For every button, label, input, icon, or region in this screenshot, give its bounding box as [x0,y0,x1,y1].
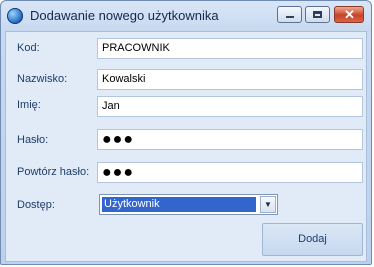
dostep-label: Dostęp: [17,199,55,211]
dostep-select[interactable]: Użytkownik ▼ [99,194,278,215]
dostep-selected-value: Użytkownik [102,197,256,212]
repeat-password-label: Powtórz hasło: [17,166,90,178]
maximize-icon [313,11,322,18]
chevron-down-icon[interactable]: ▼ [260,196,276,213]
form-panel: Kod: PRACOWNIK Nazwisko: Kowalski Imię: … [5,31,367,262]
dialog-window: Dodawanie nowego użytkownika ✕ Kod: PRAC… [0,0,372,265]
nazwisko-field[interactable]: Kowalski [97,69,363,90]
title-bar[interactable]: Dodawanie nowego użytkownika ✕ [1,1,371,31]
close-button[interactable]: ✕ [334,6,364,23]
window-title: Dodawanie nowego użytkownika [30,8,219,23]
minimize-button[interactable] [277,6,302,23]
imie-label: Imię: [17,99,41,111]
kod-label: Kod: [17,42,40,54]
password-field[interactable]: ●●● [97,129,363,150]
nazwisko-label: Nazwisko: [17,73,68,85]
imie-field[interactable]: Jan [97,96,363,117]
minimize-icon [286,16,294,18]
app-globe-icon [7,8,23,24]
add-user-button[interactable]: Dodaj [262,223,363,256]
close-icon: ✕ [344,7,355,22]
repeat-password-field[interactable]: ●●● [97,162,363,183]
maximize-button[interactable] [305,6,330,23]
kod-field[interactable]: PRACOWNIK [97,38,363,59]
haslo-label: Hasło: [17,134,49,146]
